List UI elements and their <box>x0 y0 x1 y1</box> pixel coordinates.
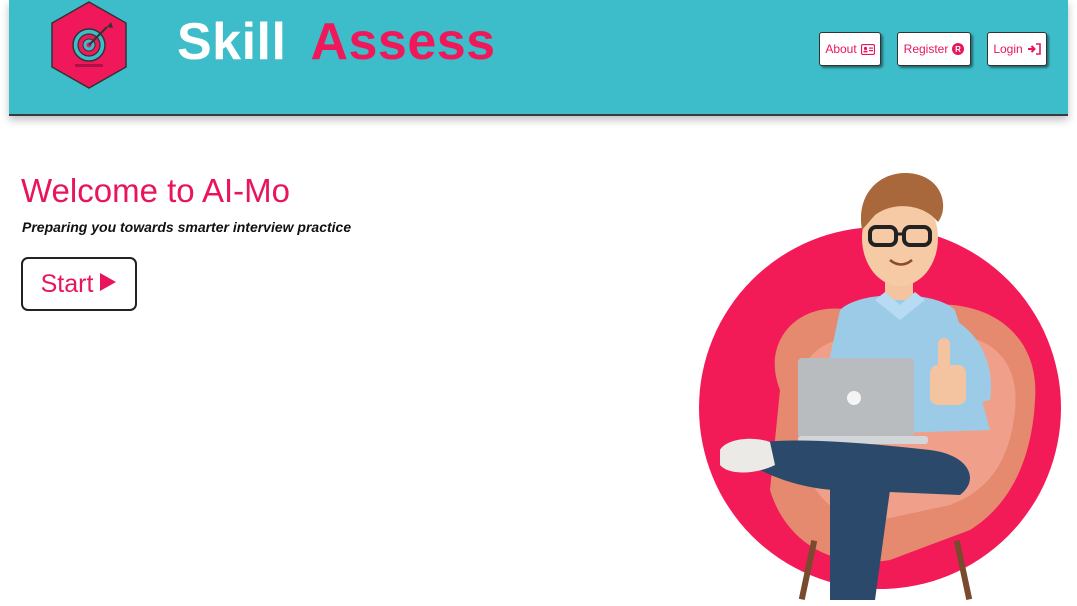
man-with-laptop-illustration <box>699 173 1061 600</box>
login-button[interactable]: Login <box>987 32 1047 66</box>
about-button[interactable]: About <box>819 32 881 66</box>
top-header: Skill Assess About Register R Login <box>9 0 1068 116</box>
registered-icon: R <box>952 43 965 55</box>
svg-text:R: R <box>955 45 961 54</box>
about-label: About <box>825 42 857 56</box>
start-label: Start <box>40 269 94 298</box>
register-label: Register <box>903 42 949 56</box>
brand-assess: Assess <box>310 13 496 71</box>
sign-in-icon <box>1027 43 1041 55</box>
target-dart-icon[interactable] <box>49 0 129 90</box>
tagline: Preparing you towards smarter interview … <box>22 219 352 235</box>
brand-skill: Skill <box>177 13 287 71</box>
start-button[interactable]: Start <box>21 257 137 311</box>
welcome-title: Welcome to AI-Mo <box>21 172 290 209</box>
brand-title: Skill Assess <box>177 12 496 72</box>
play-icon <box>99 270 117 299</box>
register-button[interactable]: Register R <box>897 32 971 66</box>
login-label: Login <box>993 42 1023 56</box>
id-card-icon <box>860 43 875 55</box>
